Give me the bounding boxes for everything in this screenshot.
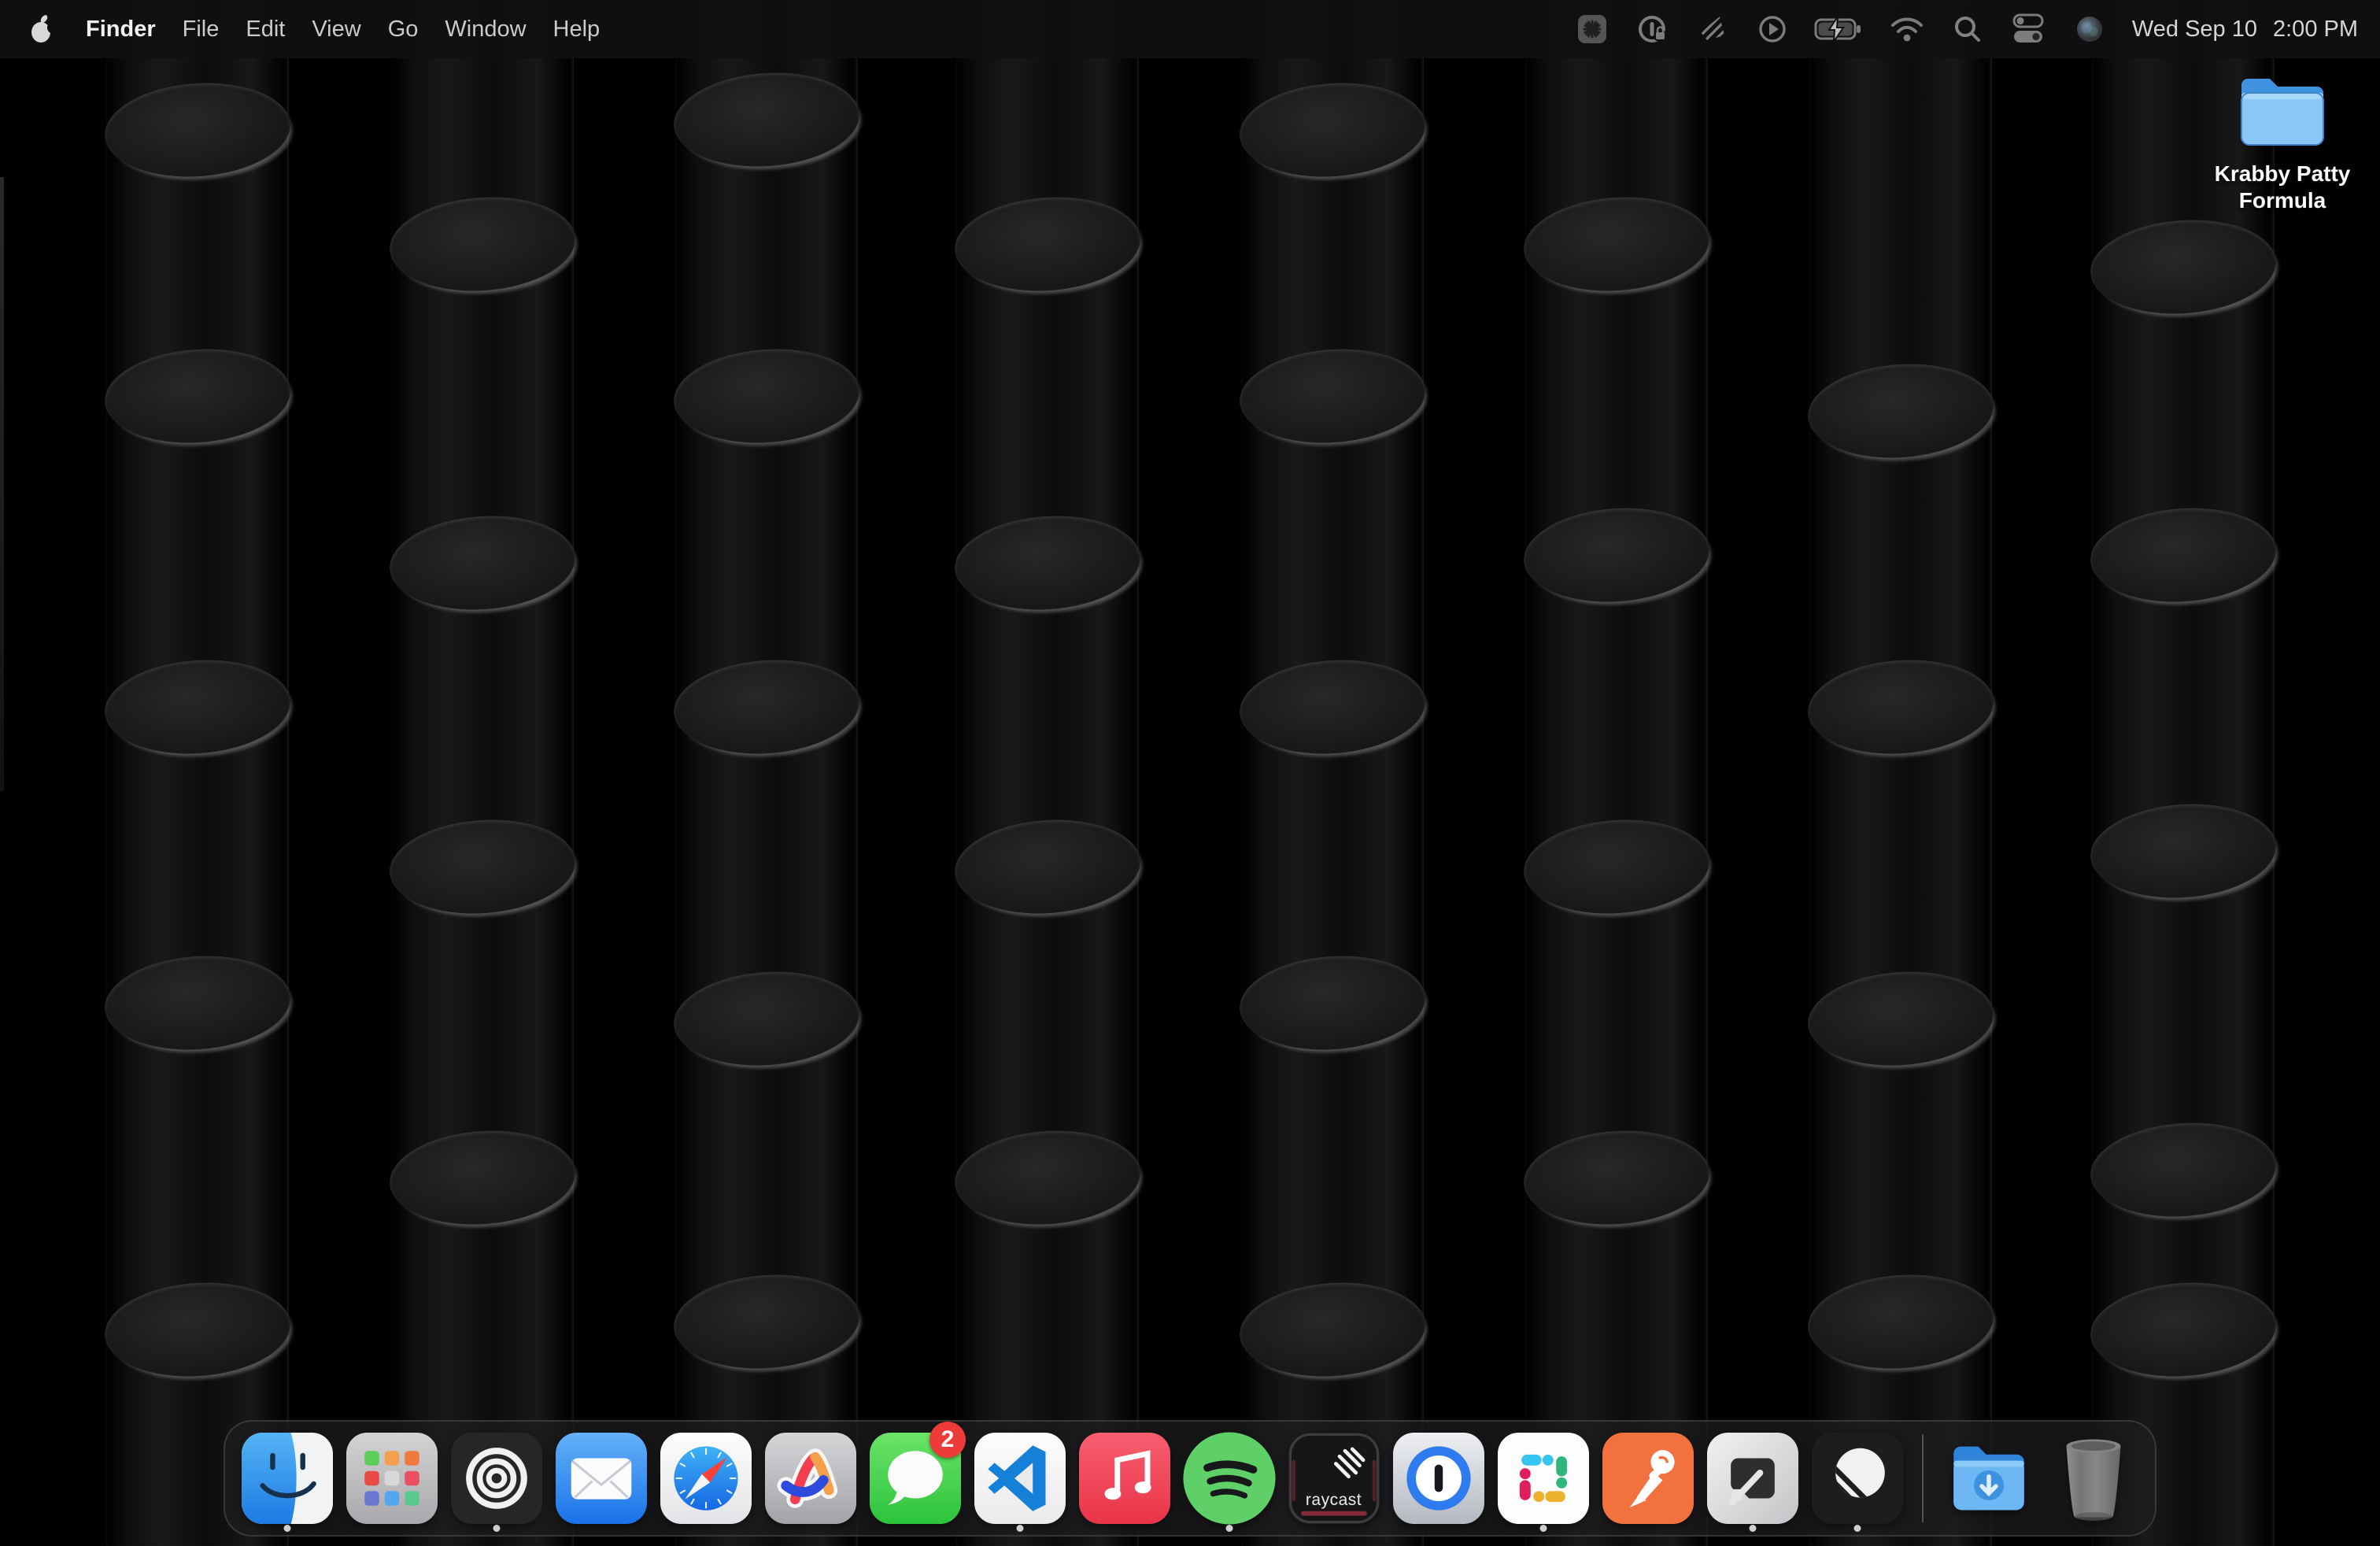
wallpaper-column — [391, 0, 574, 1546]
sunburst-app-icon[interactable] — [1575, 12, 1609, 46]
wifi-icon[interactable] — [1888, 13, 1926, 45]
launchpad-icon — [346, 1433, 438, 1524]
slack-icon — [1498, 1433, 1589, 1524]
dock-item-safari[interactable] — [653, 1422, 758, 1535]
arc-browser-icon — [765, 1433, 856, 1524]
spotlight-search-icon[interactable] — [1951, 13, 1984, 46]
menu-edit[interactable]: Edit — [232, 17, 298, 43]
dock-item-1password[interactable] — [1386, 1422, 1491, 1535]
concentric-circles-app-icon — [451, 1433, 542, 1524]
downloads-folder-icon — [1945, 1434, 2033, 1522]
menu-go[interactable]: Go — [375, 17, 432, 43]
raycast-icon — [1288, 1433, 1380, 1524]
zed-icon — [1707, 1433, 1798, 1524]
dock-item-linear[interactable] — [1805, 1422, 1909, 1535]
battery-charging-icon[interactable] — [1814, 13, 1863, 45]
dock: 2 — [224, 1420, 2156, 1537]
notification-badge: 2 — [929, 1422, 966, 1458]
1password-icon — [1393, 1433, 1484, 1524]
folder-icon — [2235, 72, 2330, 151]
menu-file[interactable]: File — [169, 17, 233, 43]
menu-window[interactable]: Window — [431, 17, 539, 43]
wallpaper-edge-cylinder — [0, 177, 4, 791]
dock-item-apple-music[interactable] — [1072, 1422, 1177, 1535]
dock-item-launchpad[interactable] — [339, 1422, 444, 1535]
mail-icon — [556, 1433, 647, 1524]
clock-date: Wed Sep 10 — [2132, 17, 2257, 43]
desktop-folder-label: Krabby Patty Formula — [2204, 161, 2361, 214]
onepassword-lock-icon[interactable] — [1635, 11, 1671, 47]
menu-finder[interactable]: Finder — [72, 17, 169, 43]
dock-item-finder[interactable] — [235, 1422, 339, 1535]
desktop-folder-krabby-patty[interactable]: Krabby Patty Formula — [2204, 72, 2361, 214]
dock-item-trash[interactable] — [2041, 1422, 2145, 1535]
wallpaper-column — [675, 0, 858, 1546]
trash-icon — [2051, 1434, 2136, 1522]
dock-divider — [1922, 1434, 1924, 1522]
dock-item-slack[interactable] — [1491, 1422, 1595, 1535]
dock-item-concentric-circles-app[interactable] — [444, 1422, 549, 1535]
dock-item-zed[interactable] — [1700, 1422, 1805, 1535]
dock-item-spotify[interactable] — [1177, 1422, 1281, 1535]
siri-icon[interactable] — [2072, 12, 2107, 46]
finder-icon — [242, 1433, 333, 1524]
vscode-icon — [974, 1433, 1066, 1524]
wallpaper-column — [2092, 0, 2275, 1546]
menu-bar-status: Wed Sep 10 2:00 PM — [1575, 11, 2358, 47]
raycast-wordmark: raycast — [1281, 1491, 1386, 1510]
macos-desktop: Finder File Edit View Go Window Help — [0, 0, 2380, 1546]
wallpaper-column — [1809, 0, 1992, 1546]
dock-item-mail[interactable] — [549, 1422, 653, 1535]
control-center-icon[interactable] — [2009, 12, 2047, 46]
menu-bar-clock[interactable]: Wed Sep 10 2:00 PM — [2132, 17, 2358, 43]
dock-item-postman[interactable] — [1595, 1422, 1700, 1535]
wallpaper-column — [1525, 0, 1708, 1546]
apple-music-icon — [1079, 1433, 1170, 1524]
wallpaper-column — [1241, 0, 1424, 1546]
wallpaper-column — [956, 0, 1139, 1546]
postman-icon — [1602, 1433, 1694, 1524]
dock-item-messages[interactable]: 2 — [863, 1422, 967, 1535]
dock-item-vscode[interactable] — [967, 1422, 1072, 1535]
menu-help[interactable]: Help — [540, 17, 614, 43]
spotify-icon — [1181, 1430, 1277, 1526]
safari-icon — [660, 1433, 752, 1524]
dock-item-downloads-folder[interactable] — [1936, 1422, 2041, 1535]
dock-item-raycast[interactable]: raycast — [1281, 1422, 1386, 1535]
menu-view[interactable]: View — [298, 17, 374, 43]
apple-menu-icon[interactable] — [22, 13, 72, 46]
wallpaper — [0, 0, 2380, 1546]
menu-bar-left: Finder File Edit View Go Window Help — [22, 13, 613, 46]
now-playing-icon[interactable] — [1756, 13, 1789, 46]
menu-bar: Finder File Edit View Go Window Help — [0, 0, 2380, 58]
linear-icon — [1812, 1433, 1903, 1524]
striped-plane-icon[interactable] — [1696, 12, 1731, 46]
dock-item-arc-browser[interactable] — [758, 1422, 863, 1535]
wallpaper-column — [106, 0, 289, 1546]
clock-time: 2:00 PM — [2273, 17, 2358, 43]
